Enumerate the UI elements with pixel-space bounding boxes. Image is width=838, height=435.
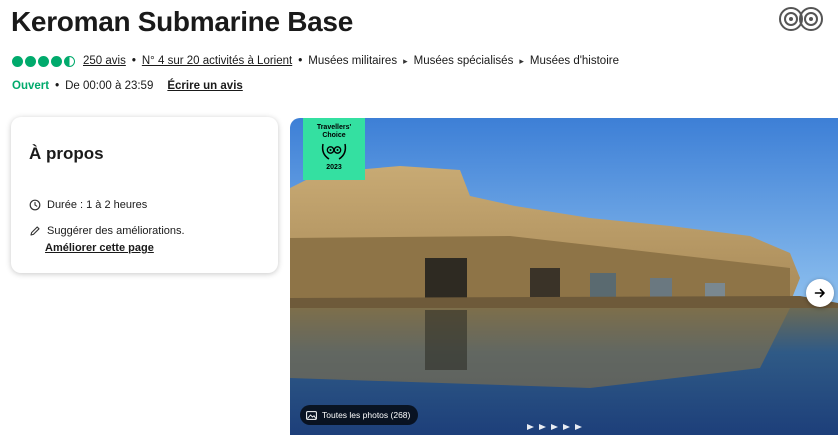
rating-bubble-icon: [25, 55, 36, 67]
rating-bubble-icon: [51, 55, 62, 67]
photo-icon: [306, 410, 317, 420]
pager-dot[interactable]: [575, 424, 582, 430]
write-review-link[interactable]: Écrire un avis: [167, 80, 242, 92]
badge-line1: Travellers': [316, 124, 352, 131]
about-title: À propos: [29, 144, 104, 163]
next-photo-button[interactable]: [806, 279, 834, 307]
rank-link[interactable]: N° 4 sur 20 activités à Lorient: [142, 55, 292, 67]
opening-hours: De 00:00 à 23:59: [65, 80, 154, 92]
separator-dot: •: [131, 55, 136, 67]
laurel-owl-icon: [321, 143, 347, 160]
suggest-line: Suggérer des améliorations.: [29, 225, 185, 237]
chevron-right-icon: ▸: [519, 55, 524, 66]
pager-dot[interactable]: [563, 424, 570, 430]
about-card: À propos Durée : 1 à 2 heures Suggérer d…: [11, 117, 278, 273]
hours-row: Ouvert • De 00:00 à 23:59 Écrire un avis: [12, 80, 243, 92]
badge-line2: Choice: [322, 132, 346, 139]
pager-dot[interactable]: [551, 424, 558, 430]
rating-row: 250 avis • N° 4 sur 20 activités à Lorie…: [12, 53, 619, 69]
arrow-right-icon: [814, 288, 825, 298]
main-photo[interactable]: Travellers' Choice 2023 Toutes les photo…: [290, 118, 838, 435]
page-title: Keroman Submarine Base: [11, 6, 353, 37]
pager-dot[interactable]: [527, 424, 534, 430]
travellers-choice-badge: Travellers' Choice 2023: [303, 118, 365, 180]
reviews-link[interactable]: 250 avis: [83, 55, 126, 67]
category-military-museums[interactable]: Musées militaires: [308, 55, 397, 67]
separator-dot: •: [55, 80, 60, 92]
improve-page-link[interactable]: Améliorer cette page: [45, 242, 154, 254]
duration-text: Durée : 1 à 2 heures: [47, 199, 148, 211]
tripadvisor-owl-icon[interactable]: [778, 6, 824, 32]
all-photos-label: Toutes les photos (268): [322, 410, 411, 420]
open-status: Ouvert: [12, 80, 50, 92]
all-photos-button[interactable]: Toutes les photos (268): [300, 405, 419, 425]
suggest-text: Suggérer des améliorations.: [47, 225, 185, 237]
category-specialty-museums[interactable]: Musées spécialisés: [414, 55, 514, 67]
separator-dot: •: [298, 55, 303, 67]
pencil-icon: [30, 226, 40, 236]
chevron-right-icon: ▸: [403, 55, 408, 66]
duration-line: Durée : 1 à 2 heures: [29, 199, 147, 211]
clock-icon: [29, 199, 41, 211]
rating-bubbles: [12, 55, 75, 67]
submarine-base-image: [290, 118, 838, 435]
rating-bubble-icon: [12, 55, 23, 67]
rating-bubble-icon: [38, 55, 49, 67]
category-history-museums[interactable]: Musées d'histoire: [530, 55, 619, 67]
pager-dot[interactable]: [539, 424, 546, 430]
carousel-pager: [527, 424, 582, 430]
badge-year: 2023: [326, 164, 342, 171]
rating-bubble-half-icon: [64, 55, 75, 67]
